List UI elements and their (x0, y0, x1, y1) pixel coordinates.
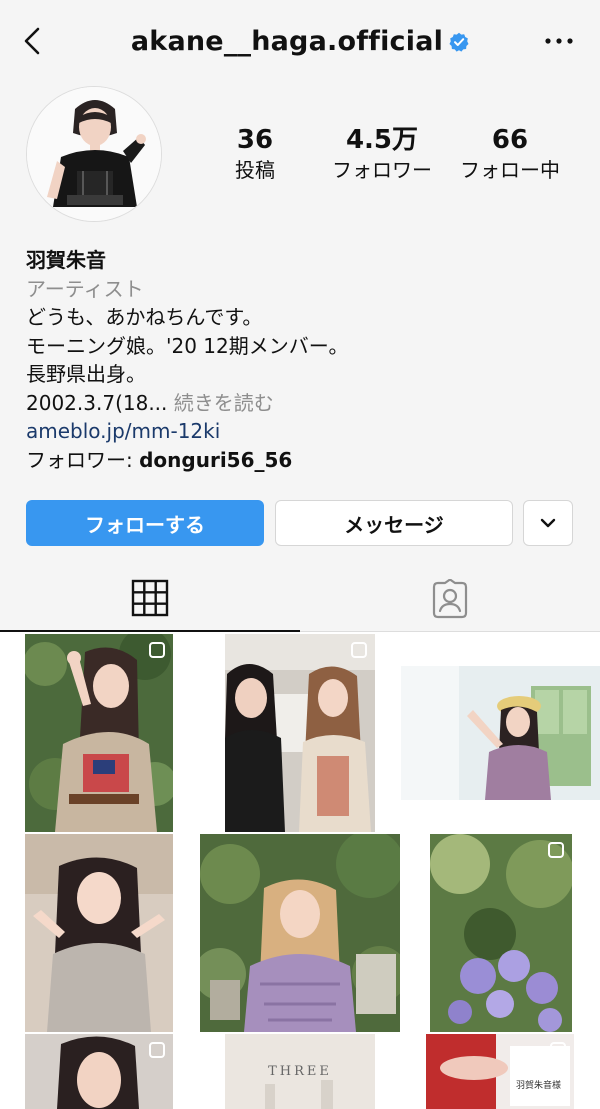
follow-button[interactable]: フォローする (26, 500, 264, 546)
more-options-icon[interactable] (544, 34, 574, 48)
post-image (25, 834, 173, 1032)
followers-label: フォロワー (332, 158, 432, 182)
followers-count: 4.5万 (345, 125, 419, 155)
multiple-photos-icon (351, 642, 367, 658)
post-image (25, 634, 173, 832)
website-link[interactable]: ameblo.jp/mm-12ki (26, 417, 586, 446)
profile-bio: 羽賀朱音 アーティスト どうも、あかねちんです。 モーニング娘。'20 12期メ… (26, 246, 586, 474)
bio-line: どうも、あかねちんです。 (26, 305, 263, 329)
post-image (430, 834, 572, 1032)
multiple-photos-icon (149, 642, 165, 658)
post-image (200, 834, 400, 1032)
message-button[interactable]: メッセージ (275, 500, 513, 546)
tab-posts-grid[interactable] (0, 566, 300, 632)
post-thumbnail[interactable]: 羽賀朱音様 (426, 1034, 574, 1109)
bio-line-truncated: 2002.3.7(18... 続きを読む (26, 389, 586, 418)
multiple-photos-icon (149, 1042, 165, 1058)
post-photo-text: THREE (268, 1064, 332, 1079)
read-more-link[interactable]: 続きを読む (174, 391, 274, 415)
photo-grid: THREE 羽賀朱音様 (0, 632, 600, 1109)
profile-tabs (0, 566, 600, 632)
profile-header: akane__haga.official (0, 0, 600, 88)
avatar-image (27, 87, 161, 221)
post-thumbnail[interactable] (225, 634, 375, 832)
posts-label: 投稿 (235, 158, 275, 182)
display-name: 羽賀朱音 (26, 248, 106, 272)
multiple-photos-icon (550, 1042, 566, 1058)
followed-by-user: donguri56_56 (139, 447, 293, 472)
profile-username: akane__haga.official (130, 26, 444, 57)
category-label: アーティスト (26, 276, 144, 301)
tab-tagged[interactable] (300, 566, 600, 632)
verified-badge-icon (449, 32, 469, 52)
post-photo-text: 羽賀朱音様 (516, 1081, 562, 1091)
post-thumbnail[interactable] (200, 834, 400, 1032)
profile-avatar[interactable] (26, 86, 162, 222)
multiple-photos-icon (548, 842, 564, 858)
post-thumbnail[interactable] (25, 834, 173, 1032)
post-thumbnail[interactable]: THREE (225, 1034, 375, 1109)
grid-icon (131, 579, 169, 617)
stat-followers[interactable]: 4.5万 フォロワー (326, 124, 438, 184)
following-label: フォロー中 (460, 158, 560, 182)
stat-posts[interactable]: 36 投稿 (222, 124, 288, 184)
bio-line: 2002.3.7(18... (26, 390, 168, 415)
post-thumbnail[interactable] (430, 834, 572, 1032)
posts-count: 36 (236, 125, 274, 155)
tagged-person-icon (432, 578, 468, 618)
post-image (401, 666, 600, 800)
chevron-down-icon (540, 518, 556, 528)
following-count: 66 (491, 125, 529, 155)
followed-by[interactable]: フォロワー: donguri56_56 (26, 446, 586, 475)
stat-following[interactable]: 66 フォロー中 (454, 124, 566, 184)
followed-by-prefix: フォロワー: (26, 447, 140, 472)
bio-line: モーニング娘。'20 12期メンバー。 (26, 333, 349, 358)
post-thumbnail[interactable] (25, 634, 173, 832)
post-thumbnail[interactable] (401, 666, 600, 800)
bio-line: 長野県出身。 (26, 362, 146, 386)
post-image (225, 634, 375, 832)
post-thumbnail[interactable] (25, 1034, 173, 1109)
title-wrap: akane__haga.official (0, 26, 600, 57)
suggested-dropdown-button[interactable] (523, 500, 573, 546)
